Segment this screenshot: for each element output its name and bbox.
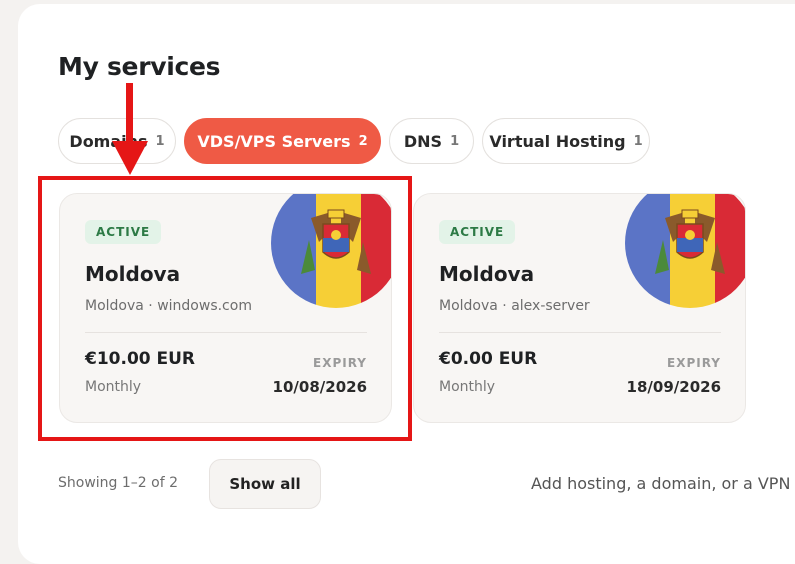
expiry-label: EXPIRY bbox=[667, 356, 721, 370]
status-badge: ACTIVE bbox=[439, 220, 516, 244]
service-subtitle: Moldova · alex-server bbox=[439, 298, 590, 314]
tab-count: 1 bbox=[155, 133, 165, 149]
tab-label: Virtual Hosting bbox=[489, 131, 626, 151]
pagination-summary: Showing 1–2 of 2 bbox=[58, 475, 178, 491]
tab-label: VDS/VPS Servers bbox=[197, 131, 351, 151]
tab-dns[interactable]: DNS 1 bbox=[389, 118, 474, 164]
expiry-date: 18/09/2026 bbox=[626, 378, 721, 396]
tab-count: 1 bbox=[633, 133, 643, 149]
moldova-flag-icon bbox=[625, 194, 745, 308]
tab-count: 1 bbox=[450, 133, 460, 149]
tab-virtual-hosting[interactable]: Virtual Hosting 1 bbox=[482, 118, 650, 164]
service-card[interactable]: ACTIVE Moldova Moldova · alex-server €0.… bbox=[413, 193, 746, 423]
tab-vds-vps-servers[interactable]: VDS/VPS Servers 2 bbox=[184, 118, 381, 164]
tab-count: 2 bbox=[358, 133, 368, 149]
add-service-hint[interactable]: Add hosting, a domain, or a VPN – bbox=[531, 474, 795, 493]
billing-period: Monthly bbox=[439, 379, 496, 395]
service-name: Moldova bbox=[439, 262, 535, 286]
card-divider bbox=[439, 332, 721, 333]
tab-label: DNS bbox=[403, 131, 443, 151]
service-price: €0.00 EUR bbox=[439, 349, 538, 369]
annotation-arrow-icon bbox=[112, 83, 148, 175]
annotation-highlight-box bbox=[38, 176, 412, 441]
show-all-button[interactable]: Show all bbox=[209, 459, 321, 509]
page-title: My services bbox=[58, 52, 221, 81]
